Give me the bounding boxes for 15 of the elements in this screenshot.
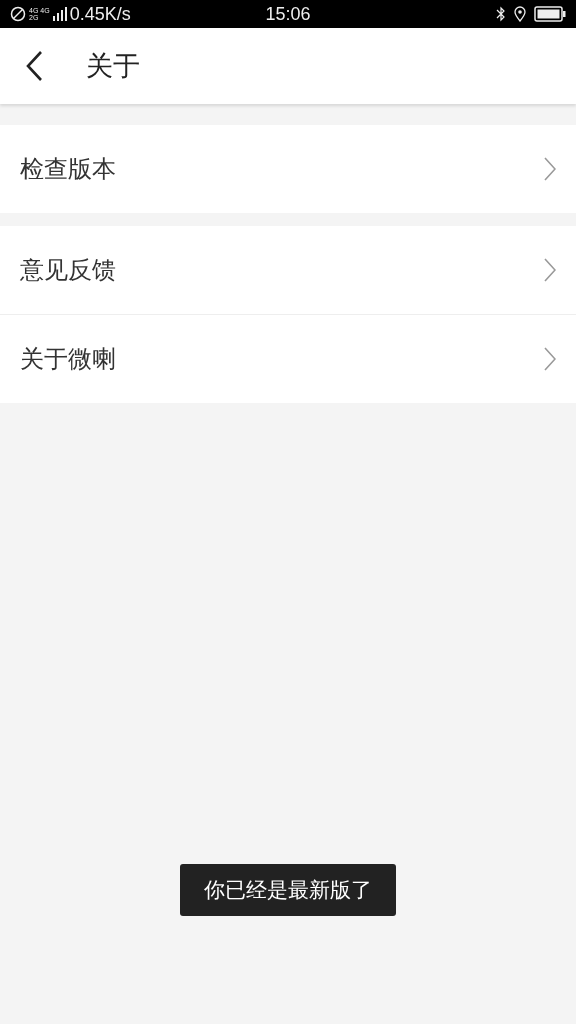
chevron-right-icon (544, 157, 556, 181)
menu-item[interactable]: 意见反馈 (0, 226, 576, 314)
bluetooth-icon (496, 6, 506, 22)
page-title: 关于 (86, 49, 140, 83)
no-sim-icon (10, 6, 26, 22)
chevron-right-icon (544, 258, 556, 282)
chevron-right-icon (544, 347, 556, 371)
battery-icon (534, 6, 566, 22)
network-speed: 0.45K/s (69, 3, 131, 25)
menu-item[interactable]: 关于微喇 (0, 314, 576, 403)
toast-message: 你已经是最新版了 (180, 864, 396, 916)
menu-item[interactable]: 检查版本 (0, 125, 576, 213)
clock: 15:06 (265, 3, 311, 24)
location-icon (514, 6, 526, 22)
signal-icon (52, 7, 67, 21)
